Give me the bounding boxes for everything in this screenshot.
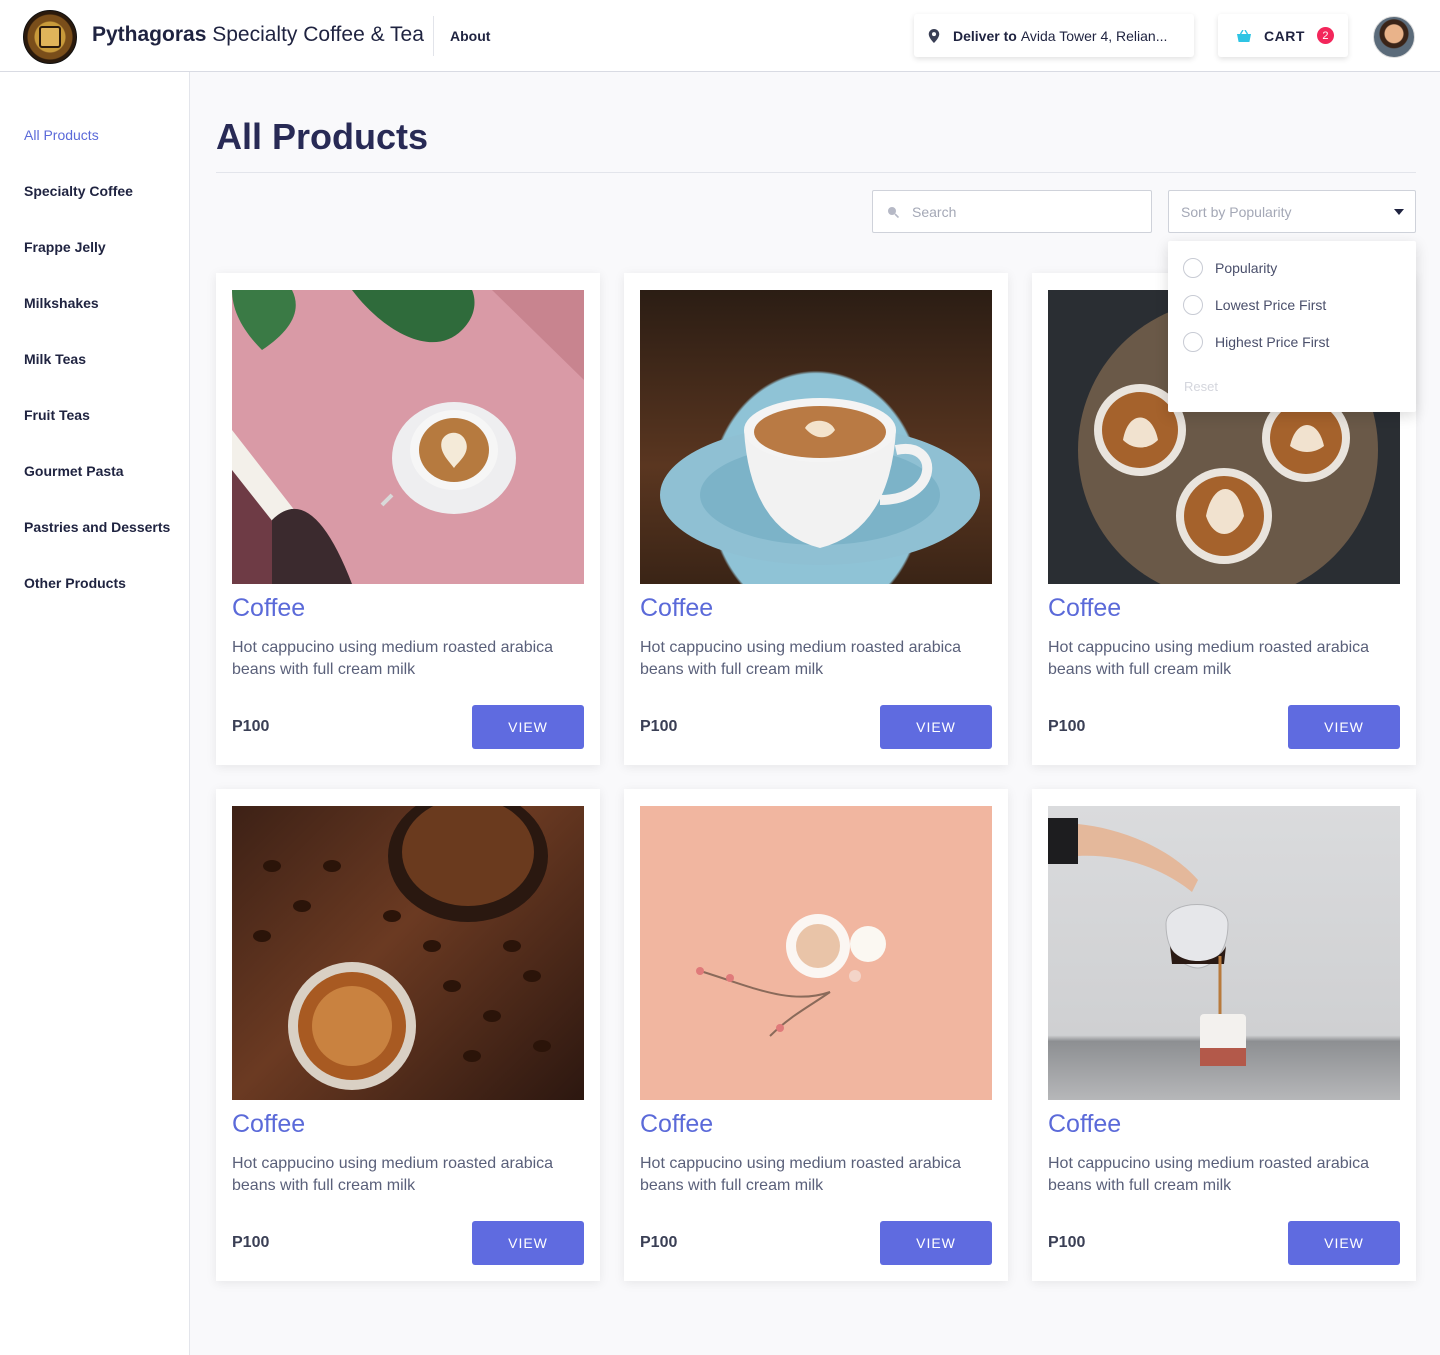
sort-option-highest-price[interactable]: Highest Price First [1183, 332, 1329, 352]
page-title: All Products [216, 116, 429, 157]
sidebar-item-milkshakes[interactable]: Milkshakes [24, 295, 99, 311]
brand-name: Pythagoras Specialty Coffee & Tea [92, 23, 424, 47]
product-name[interactable]: Coffee [640, 594, 713, 623]
user-avatar[interactable] [1373, 16, 1415, 58]
search-icon [888, 206, 899, 218]
sidebar-item-specialty-coffee[interactable]: Specialty Coffee [24, 183, 133, 199]
header-divider [433, 16, 434, 56]
product-card: Coffee Hot cappucino using medium roaste… [216, 273, 600, 765]
chevron-down-icon [1394, 209, 1404, 215]
product-card: Coffee Hot cappucino using medium roaste… [1032, 789, 1416, 1281]
radio-button[interactable] [1183, 295, 1203, 315]
search-box[interactable] [872, 190, 1152, 233]
cart-label: CART [1264, 27, 1305, 44]
product-description: Hot cappucino using medium roasted arabi… [640, 1155, 962, 1194]
product-description: Hot cappucino using medium roasted arabi… [1048, 639, 1370, 678]
cart-button[interactable]: CART 2 [1218, 14, 1348, 57]
title-divider [216, 172, 1416, 173]
product-description: Hot cappucino using medium roasted arabi… [1048, 1155, 1370, 1194]
product-description: Hot cappucino using medium roasted arabi… [232, 639, 554, 678]
sidebar-item-other-products[interactable]: Other Products [24, 575, 126, 591]
product-price: P100 [1048, 718, 1086, 735]
view-product-button[interactable]: VIEW [1288, 1221, 1400, 1265]
product-card: Coffee Hot cappucino using medium roaste… [624, 273, 1008, 765]
product-description: Hot cappucino using medium roasted arabi… [640, 639, 962, 678]
view-product-button[interactable]: VIEW [472, 1221, 584, 1265]
sidebar-item-milk-teas[interactable]: Milk Teas [24, 351, 86, 367]
logo-emblem [39, 26, 61, 48]
brand-name-rest: Specialty Coffee & Tea [206, 23, 424, 46]
sort-option-lowest-price[interactable]: Lowest Price First [1183, 295, 1326, 315]
sidebar-item-frappe-jelly[interactable]: Frappe Jelly [24, 239, 106, 255]
sidebar-item-gourmet-pasta[interactable]: Gourmet Pasta [24, 463, 124, 479]
product-price: P100 [232, 1234, 270, 1251]
product-name[interactable]: Coffee [1048, 594, 1121, 623]
product-image[interactable] [640, 290, 992, 584]
radio-button[interactable] [1183, 332, 1203, 352]
sort-select-value: Sort by Popularity [1181, 203, 1292, 220]
map-pin-icon [928, 28, 940, 43]
product-name[interactable]: Coffee [1048, 1110, 1121, 1139]
product-name[interactable]: Coffee [232, 594, 305, 623]
sidebar-item-pastries-and-desserts[interactable]: Pastries and Desserts [24, 519, 170, 535]
product-card: Coffee Hot cappucino using medium roaste… [216, 789, 600, 1281]
brand-logo[interactable] [23, 10, 77, 64]
sort-select[interactable]: Sort by Popularity [1168, 190, 1416, 233]
product-price: P100 [640, 1234, 678, 1251]
deliver-address: Avida Tower 4, Relian... [1020, 27, 1168, 44]
sort-option-label: Lowest Price First [1215, 297, 1327, 313]
product-description: Hot cappucino using medium roasted arabi… [232, 1155, 554, 1194]
product-image[interactable] [1048, 806, 1400, 1100]
product-image[interactable] [640, 806, 992, 1100]
top-header: Pythagoras Specialty Coffee & Tea About … [0, 0, 1440, 72]
product-price: P100 [232, 718, 270, 735]
product-card: Coffee Hot cappucino using medium roaste… [624, 789, 1008, 1281]
view-product-button[interactable]: VIEW [1288, 705, 1400, 749]
product-image[interactable] [232, 806, 584, 1100]
view-product-button[interactable]: VIEW [472, 705, 584, 749]
product-price: P100 [640, 718, 678, 735]
sort-dropdown-menu: Popularity Lowest Price First Highest Pr… [1168, 241, 1416, 412]
deliver-label: Deliver to [953, 27, 1017, 44]
sort-reset-button[interactable]: Reset [1184, 379, 1218, 394]
basket-icon [1237, 29, 1251, 42]
product-name[interactable]: Coffee [640, 1110, 713, 1139]
brand-name-bold: Pythagoras [92, 23, 207, 46]
product-name[interactable]: Coffee [232, 1110, 305, 1139]
sort-option-popularity[interactable]: Popularity [1183, 258, 1277, 278]
sort-option-label: Popularity [1215, 260, 1278, 276]
nav-about-link[interactable]: About [450, 28, 490, 44]
radio-button[interactable] [1183, 258, 1203, 278]
category-sidebar: All Products Specialty Coffee Frappe Jel… [0, 72, 190, 1355]
deliver-to-button[interactable]: Deliver to Avida Tower 4, Relian... [914, 14, 1194, 57]
view-product-button[interactable]: VIEW [880, 1221, 992, 1265]
sidebar-item-fruit-teas[interactable]: Fruit Teas [24, 407, 90, 423]
sort-option-label: Highest Price First [1215, 334, 1330, 350]
product-price: P100 [1048, 1234, 1086, 1251]
cart-count-badge: 2 [1316, 27, 1334, 44]
product-image[interactable] [232, 290, 584, 584]
search-input[interactable] [912, 203, 1132, 220]
view-product-button[interactable]: VIEW [880, 705, 992, 749]
sidebar-item-all-products[interactable]: All Products [24, 127, 99, 143]
